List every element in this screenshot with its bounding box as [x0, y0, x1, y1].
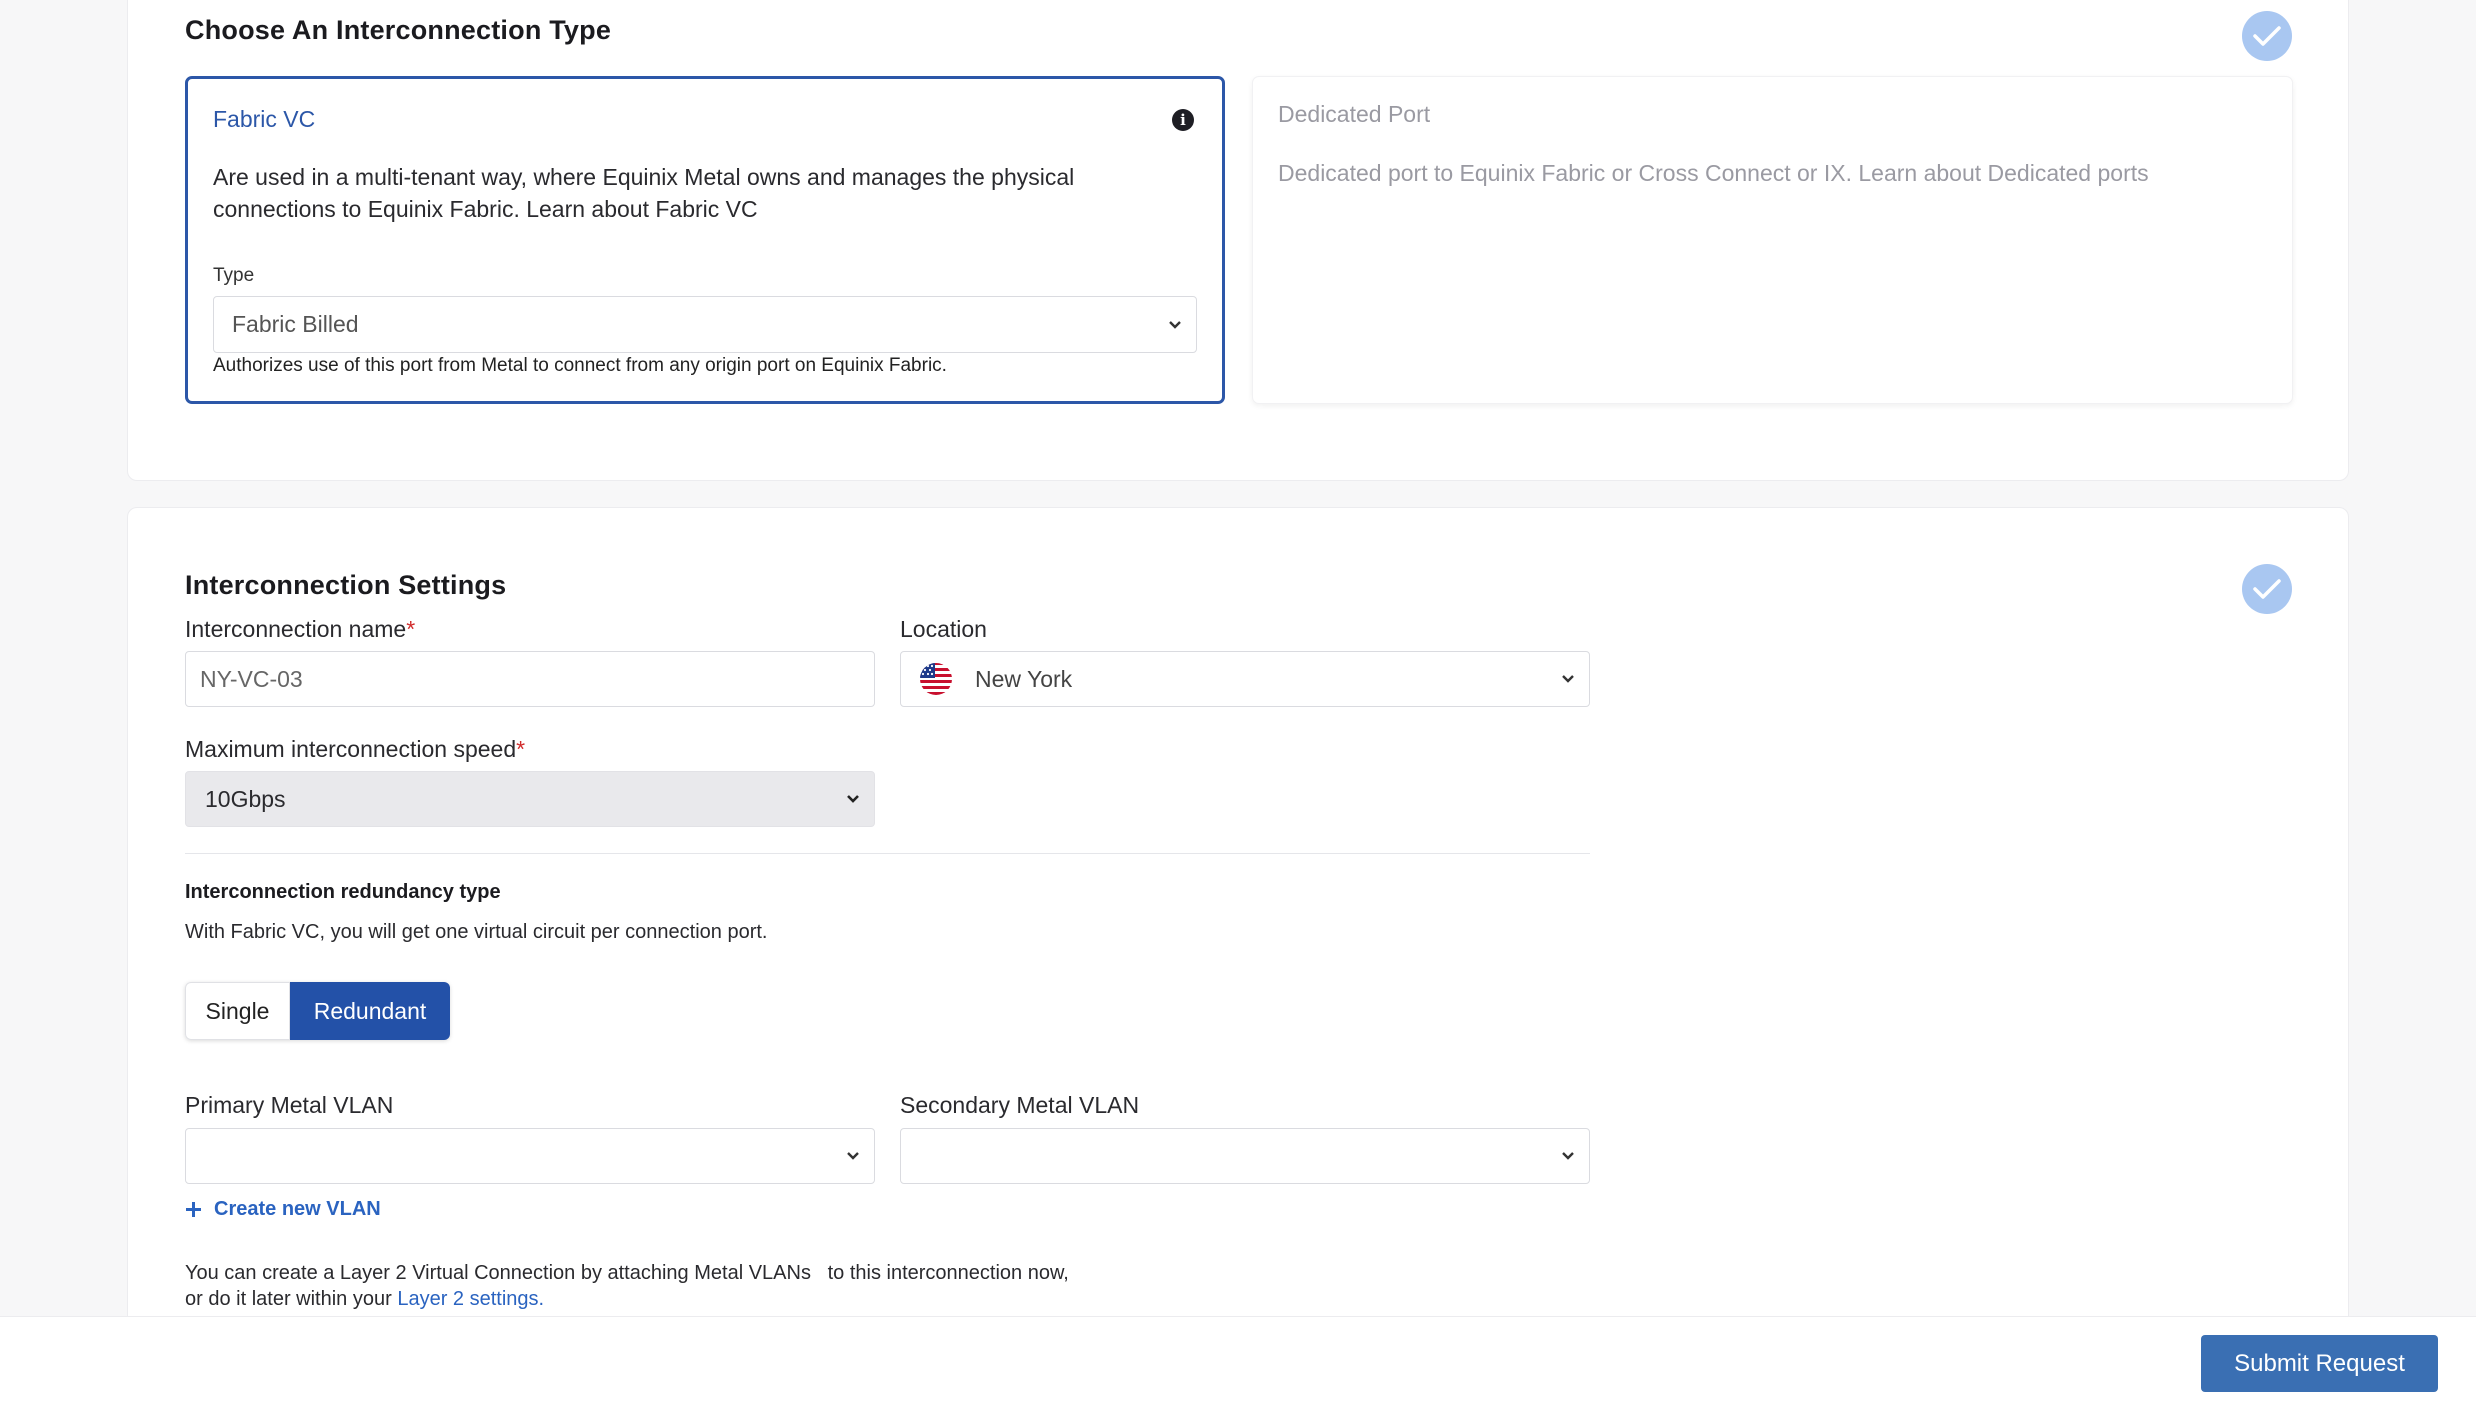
redundancy-title: Interconnection redundancy type — [185, 881, 501, 903]
layer2-text-line1: You can create a Layer 2 Virtual Connect… — [185, 1262, 1069, 1284]
fabric-vc-description: Are used in a multi-tenant way, where Eq… — [213, 164, 1075, 222]
type-label: Type — [213, 265, 255, 286]
interconnection-name-label: Interconnection name* — [185, 616, 416, 642]
chevron-down-icon — [1169, 320, 1181, 329]
divider — [185, 853, 1590, 854]
submit-request-button[interactable]: Submit Request — [2201, 1335, 2438, 1392]
check-icon — [2242, 564, 2292, 614]
redundancy-redundant-button[interactable]: Redundant — [290, 982, 450, 1040]
location-value: New York — [975, 665, 1073, 692]
type-select[interactable]: Fabric Billed — [213, 296, 1197, 353]
speed-select[interactable]: 10Gbps — [185, 771, 875, 827]
speed-value: 10Gbps — [205, 785, 286, 812]
check-icon — [2242, 11, 2292, 61]
interconnection-name-value: NY-VC-03 — [200, 665, 303, 692]
layer2-text-line2: or do it later within your Layer 2 setti… — [185, 1288, 545, 1310]
type-select-value: Fabric Billed — [232, 311, 359, 337]
interconnection-name-input[interactable]: NY-VC-03 — [185, 651, 875, 707]
fabric-vc-option[interactable]: Fabric VC i Are used in a multi-tenant w… — [185, 76, 1225, 404]
location-select[interactable]: New York — [900, 651, 1590, 707]
dedicated-port-description: Dedicated port to Equinix Fabric or Cros… — [1278, 160, 2149, 186]
info-icon[interactable]: i — [1172, 109, 1194, 131]
footer-bar: Submit Request — [0, 1316, 2476, 1410]
create-vlan-link[interactable]: Create new VLAN — [185, 1198, 381, 1221]
redundancy-single-button[interactable]: Single — [185, 982, 290, 1040]
primary-vlan-select[interactable] — [185, 1128, 875, 1184]
primary-vlan-label: Primary Metal VLAN — [185, 1092, 394, 1118]
dedicated-port-option[interactable]: Dedicated Port Dedicated port to Equinix… — [1252, 76, 2293, 404]
chevron-down-icon — [1562, 1152, 1574, 1160]
secondary-vlan-select[interactable] — [900, 1128, 1590, 1184]
dedicated-port-title: Dedicated Port — [1278, 101, 1431, 127]
redundancy-description: With Fabric VC, you will get one virtual… — [185, 921, 768, 943]
secondary-vlan-label: Secondary Metal VLAN — [900, 1092, 1140, 1118]
chevron-down-icon — [847, 795, 859, 803]
chevron-down-icon — [1562, 675, 1574, 683]
us-flag-icon — [920, 663, 952, 695]
fabric-vc-title: Fabric VC — [213, 106, 316, 132]
redundancy-toggle: Single Redundant — [185, 982, 450, 1040]
section-title-type: Choose An Interconnection Type — [185, 15, 612, 45]
type-help-text: Authorizes use of this port from Metal t… — [213, 355, 947, 376]
chevron-down-icon — [847, 1152, 859, 1160]
speed-label: Maximum interconnection speed* — [185, 736, 526, 762]
location-label: Location — [900, 616, 987, 642]
interconnection-settings-card: Interconnection Settings Interconnection… — [127, 507, 2349, 1410]
create-vlan-label: Create new VLAN — [214, 1198, 381, 1220]
layer2-settings-link[interactable]: Layer 2 settings. — [397, 1288, 544, 1310]
section-title-settings: Interconnection Settings — [185, 570, 507, 600]
plus-icon — [186, 1202, 201, 1217]
interconnection-type-card: Choose An Interconnection Type Fabric VC… — [127, 0, 2349, 481]
